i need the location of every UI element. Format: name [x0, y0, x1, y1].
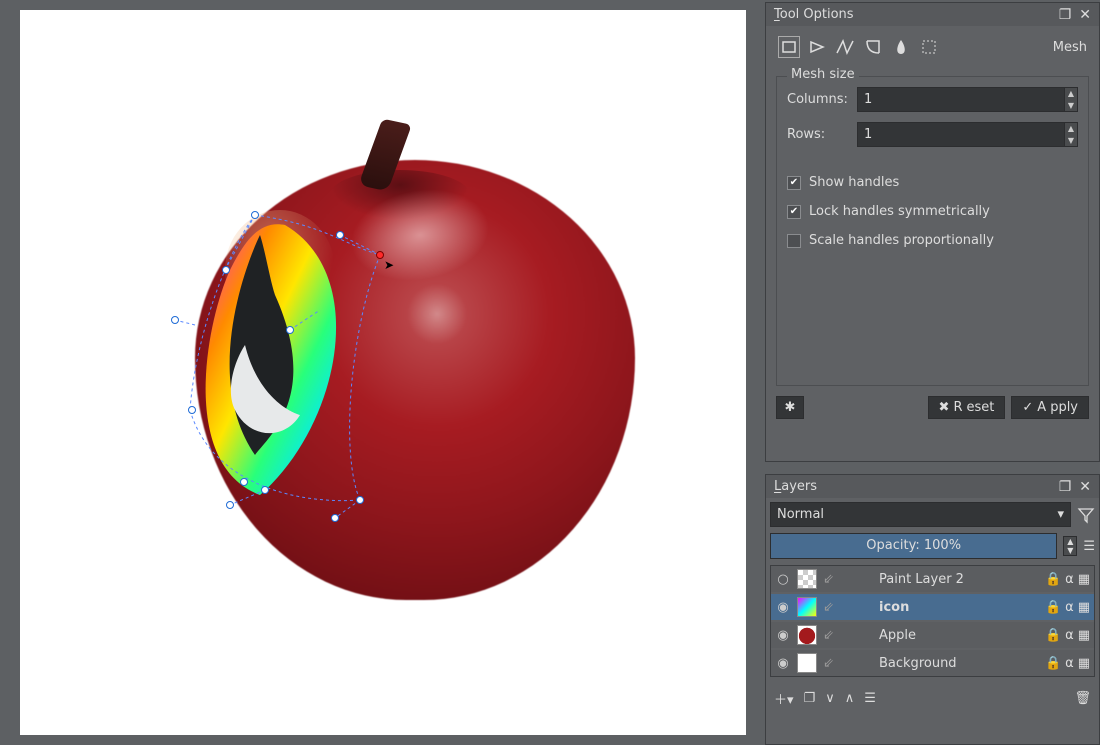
opacity-down[interactable]: ▼ — [1064, 546, 1076, 555]
opacity-slider[interactable]: Opacity: 100% — [770, 533, 1057, 559]
mesh-handle[interactable] — [222, 266, 230, 274]
rows-input[interactable] — [857, 122, 1064, 147]
scale-handles-checkbox[interactable]: Scale handles proportionally — [787, 231, 1078, 250]
layer-row[interactable]: ◉ ⇙ Background 🔒α▦ — [771, 650, 1094, 676]
checker-icon[interactable]: ▦ — [1078, 572, 1090, 587]
rect-tool-icon[interactable] — [778, 36, 800, 58]
teardrop-tool-icon[interactable] — [890, 36, 912, 58]
lock-icon[interactable]: 🔒 — [1045, 656, 1061, 671]
layer-thumbnail — [797, 597, 817, 617]
tool-options-docker: Tool Options ❐ ✕ Mesh Mesh size — [765, 2, 1100, 462]
lock-icon[interactable]: 🔒 — [1045, 600, 1061, 615]
chevron-down-icon: ▾ — [1057, 507, 1064, 522]
close-docker-icon[interactable]: ✕ — [1079, 8, 1091, 22]
mesh-handle[interactable] — [356, 496, 364, 504]
layer-row[interactable]: ◉ ⇙ icon 🔒α▦ — [771, 594, 1094, 620]
canvas-area: ➤ — [0, 0, 765, 745]
mesh-handle[interactable] — [240, 478, 248, 486]
checker-icon[interactable]: ▦ — [1078, 600, 1090, 615]
mesh-handle[interactable] — [331, 514, 339, 522]
layer-properties-button[interactable]: ☰ — [864, 691, 876, 706]
columns-down[interactable]: ▼ — [1065, 100, 1077, 112]
spider-icon-button[interactable]: ✱ — [776, 396, 804, 419]
rows-down[interactable]: ▼ — [1065, 135, 1077, 147]
mesh-handle[interactable] — [286, 326, 294, 334]
rows-up[interactable]: ▲ — [1065, 123, 1077, 135]
mesh-size-group: Mesh size Columns: ▲▼ Rows: ▲▼ — [776, 76, 1089, 386]
mesh-handle[interactable] — [226, 501, 234, 509]
layers-titlebar[interactable]: Layers ❐ ✕ — [766, 475, 1099, 498]
visibility-icon[interactable]: ◉ — [775, 600, 791, 615]
apply-button[interactable]: ✓ Apply — [1011, 396, 1089, 419]
mesh-handle[interactable] — [188, 406, 196, 414]
float-docker-icon[interactable]: ❐ — [1059, 480, 1072, 494]
columns-input[interactable] — [857, 87, 1064, 112]
mesh-handle[interactable] — [261, 486, 269, 494]
mode-label: Mesh — [1053, 40, 1087, 55]
columns-up[interactable]: ▲ — [1065, 88, 1077, 100]
inherit-alpha-icon[interactable]: ⇙ — [823, 600, 837, 614]
layer-thumbnail — [797, 653, 817, 673]
layer-row[interactable]: ○ ⇙ Paint Layer 2 🔒α▦ — [771, 566, 1094, 592]
move-up-button[interactable]: ∧ — [845, 691, 855, 706]
alpha-icon[interactable]: α — [1065, 600, 1074, 615]
mesh-handle[interactable] — [171, 316, 179, 324]
cursor-icon: ➤ — [384, 258, 394, 272]
delete-layer-button[interactable]: 🗑 — [1074, 691, 1091, 706]
layer-row[interactable]: ◉ ⇙ Apple 🔒α▦ — [771, 622, 1094, 648]
opacity-up[interactable]: ▲ — [1064, 537, 1076, 546]
mesh-transform-overlay[interactable]: ➤ — [170, 200, 390, 530]
add-layer-button[interactable]: ＋▾ — [774, 689, 794, 708]
show-handles-checkbox[interactable]: Show handles — [787, 173, 1078, 192]
tool-options-titlebar[interactable]: Tool Options ❐ ✕ — [766, 3, 1099, 26]
checker-icon[interactable]: ▦ — [1078, 656, 1090, 671]
mesh-handle[interactable] — [336, 231, 344, 239]
filter-icon[interactable] — [1077, 506, 1095, 524]
visibility-icon[interactable]: ◉ — [775, 628, 791, 643]
rows-label: Rows: — [787, 127, 849, 142]
layer-list: ○ ⇙ Paint Layer 2 🔒α▦ ◉ ⇙ icon 🔒α▦ ◉ ⇙ — [770, 565, 1095, 677]
visibility-icon[interactable]: ○ — [775, 572, 791, 587]
polygon-tool-icon[interactable] — [806, 36, 828, 58]
duplicate-layer-button[interactable]: ❐ — [804, 691, 816, 706]
alpha-icon[interactable]: α — [1065, 628, 1074, 643]
layer-options-icon[interactable]: ☰ — [1083, 539, 1095, 554]
blend-mode-select[interactable]: Normal▾ — [770, 502, 1071, 527]
inherit-alpha-icon[interactable]: ⇙ — [823, 628, 837, 642]
inherit-alpha-icon[interactable]: ⇙ — [823, 572, 837, 586]
layer-thumbnail — [797, 625, 817, 645]
alpha-icon[interactable]: α — [1065, 656, 1074, 671]
lock-icon[interactable]: 🔒 — [1045, 572, 1061, 587]
alpha-icon[interactable]: α — [1065, 572, 1074, 587]
visibility-icon[interactable]: ◉ — [775, 656, 791, 671]
checker-icon[interactable]: ▦ — [1078, 628, 1090, 643]
bezier-tool-icon[interactable] — [862, 36, 884, 58]
canvas[interactable]: ➤ — [20, 10, 746, 735]
columns-label: Columns: — [787, 92, 849, 107]
mesh-handle-active[interactable] — [376, 251, 384, 259]
lock-handles-checkbox[interactable]: Lock handles symmetrically — [787, 202, 1078, 221]
mesh-handle[interactable] — [251, 211, 259, 219]
lock-icon[interactable]: 🔒 — [1045, 628, 1061, 643]
move-down-button[interactable]: ∨ — [825, 691, 835, 706]
layers-docker: Layers ❐ ✕ Normal▾ Opacity: 100% ▲▼ ☰ — [765, 474, 1100, 745]
layer-thumbnail — [797, 569, 817, 589]
close-docker-icon[interactable]: ✕ — [1079, 480, 1091, 494]
reset-button[interactable]: ✖ Reset — [928, 396, 1006, 419]
polyline-tool-icon[interactable] — [834, 36, 856, 58]
inherit-alpha-icon[interactable]: ⇙ — [823, 656, 837, 670]
float-docker-icon[interactable]: ❐ — [1059, 8, 1072, 22]
mesh-tool-icon[interactable] — [918, 36, 940, 58]
